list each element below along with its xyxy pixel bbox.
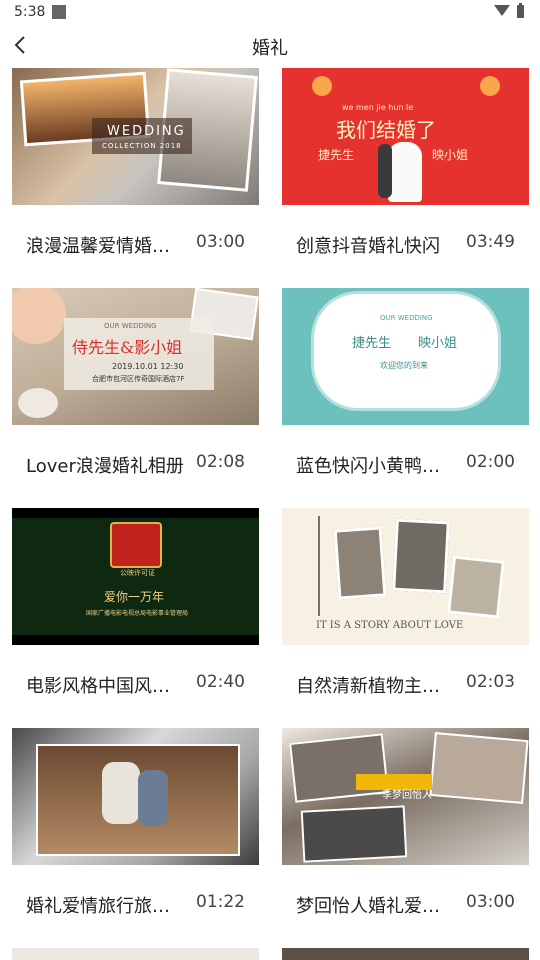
thumb-text: 公映许可证 xyxy=(120,569,155,577)
card-title: 蓝色快闪小黄鸭婚礼 xyxy=(296,456,456,477)
template-card-partial[interactable] xyxy=(282,948,529,960)
card-duration: 01:22 xyxy=(196,892,245,912)
card-title: 婚礼爱情旅行旅拍相册 xyxy=(26,896,186,917)
template-card[interactable]: WEDDING COLLECTION 2018 浪漫温馨爱情婚礼相册 03:00 xyxy=(12,66,259,276)
template-card[interactable]: 婚礼爱情旅行旅拍相册 01:22 xyxy=(12,726,259,936)
notification-icon xyxy=(52,5,66,19)
card-duration: 03:00 xyxy=(466,892,515,912)
thumbnail: OUR WEDDING 捷先生 映小姐 欢迎您的到来 xyxy=(282,288,529,425)
thumb-text: 映小姐 xyxy=(418,336,458,351)
template-card[interactable]: IT IS A STORY ABOUT LOVE 自然清新植物主题婚礼 02:0… xyxy=(282,506,529,716)
thumb-text: 欢迎您的到来 xyxy=(380,361,428,370)
template-card[interactable]: OUR WEDDING 捷先生 映小姐 欢迎您的到来 蓝色快闪小黄鸭婚礼 02:… xyxy=(282,286,529,496)
thumb-text: 国家广播电影电视总局电影事业管理局 xyxy=(86,610,189,617)
thumb-text: 2019.10.01 12:30 xyxy=(112,362,184,371)
status-bar: 5:38 xyxy=(0,0,540,26)
card-title: 自然清新植物主题婚礼 xyxy=(296,676,456,697)
card-duration: 03:49 xyxy=(466,232,515,252)
card-title: 梦回怡人婚礼爱情相册 xyxy=(296,896,456,917)
thumb-text: IT IS A STORY ABOUT LOVE xyxy=(316,620,464,631)
thumb-text: 爱你一万年 xyxy=(104,590,165,604)
battery-icon xyxy=(517,3,524,18)
thumbnail xyxy=(12,728,259,865)
top-app-bar: 婚礼 xyxy=(0,26,540,66)
thumb-text: WEDDING xyxy=(107,124,186,139)
thumbnail: WEDDING COLLECTION 2018 xyxy=(12,68,259,205)
card-duration: 02:40 xyxy=(196,672,245,692)
card-title: 浪漫温馨爱情婚礼相册 xyxy=(26,236,186,257)
thumbnail: we men jie hun le 我们结婚了 捷先生 映小姐 xyxy=(282,68,529,205)
thumb-text: 捷先生 xyxy=(352,336,392,351)
card-duration: 02:03 xyxy=(466,672,515,692)
thumb-text: 合肥市包河区传奇国际酒店7F xyxy=(92,375,185,383)
wifi-icon xyxy=(494,5,510,16)
template-card[interactable]: 一季梦回怡人 梦回怡人婚礼爱情相册 03:00 xyxy=(282,726,529,936)
thumb-text: 映小姐 xyxy=(432,148,469,162)
thumb-text: COLLECTION 2018 xyxy=(102,142,182,150)
card-title: 电影风格中国风婚礼 xyxy=(26,676,186,697)
card-duration: 03:00 xyxy=(196,232,245,252)
thumbnail: OUR WEDDING 侍先生&影小姐 2019.10.01 12:30 合肥市… xyxy=(12,288,259,425)
card-title: 创意抖音婚礼快闪 xyxy=(296,236,440,257)
thumb-text: OUR WEDDING xyxy=(104,322,157,330)
thumbnail: 公映许可证 爱你一万年 国家广播电影电视总局电影事业管理局 xyxy=(12,508,259,645)
template-card-partial[interactable] xyxy=(12,948,259,960)
template-card[interactable]: OUR WEDDING 侍先生&影小姐 2019.10.01 12:30 合肥市… xyxy=(12,286,259,496)
thumbnail: IT IS A STORY ABOUT LOVE xyxy=(282,508,529,645)
page-title: 婚礼 xyxy=(252,38,288,59)
thumb-text: 捷先生 xyxy=(318,148,355,162)
status-time: 5:38 xyxy=(14,4,46,20)
thumb-text: OUR WEDDING xyxy=(380,314,433,322)
card-title: Lover浪漫婚礼相册 xyxy=(26,456,184,477)
card-duration: 02:00 xyxy=(466,452,515,472)
thumbnail: 一季梦回怡人 xyxy=(282,728,529,865)
thumb-text: 侍先生&影小姐 xyxy=(72,338,183,357)
card-duration: 02:08 xyxy=(196,452,245,472)
template-card[interactable]: 公映许可证 爱你一万年 国家广播电影电视总局电影事业管理局 电影风格中国风婚礼 … xyxy=(12,506,259,716)
thumb-text: 我们结婚了 xyxy=(336,118,436,142)
thumb-text: we men jie hun le xyxy=(342,103,414,112)
template-card[interactable]: we men jie hun le 我们结婚了 捷先生 映小姐 创意抖音婚礼快闪… xyxy=(282,66,529,276)
thumb-text: 一季梦回怡人 xyxy=(372,790,432,801)
